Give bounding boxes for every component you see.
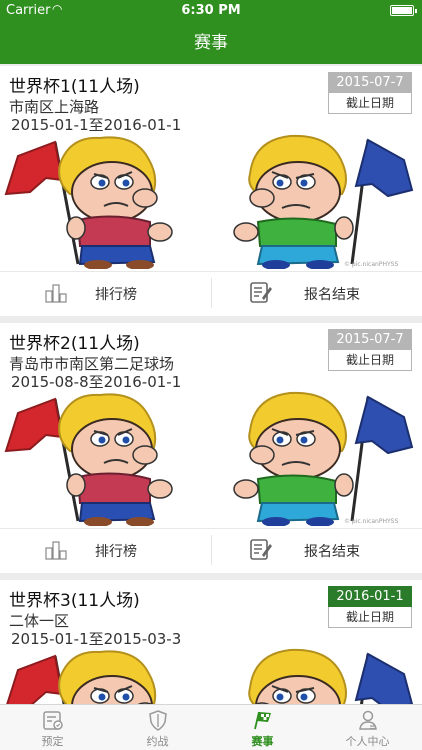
event-title: 世界杯1(11人场) (9, 77, 140, 97)
tab-label: 预定 (41, 735, 64, 748)
signup-status-button[interactable]: 报名结束 (212, 272, 422, 314)
user-icon (359, 710, 377, 730)
tab-bar: 预定 约战 赛事 个人中心 (0, 704, 422, 750)
nav-bar: 赛事 (0, 22, 422, 64)
ranking-icon (45, 284, 67, 303)
event-actions: 排行榜 报名结束 (0, 271, 422, 313)
illustration-watermark: © pic.nicanPHYSS (344, 518, 398, 525)
ranking-icon (45, 541, 67, 560)
booking-icon (43, 711, 63, 730)
ranking-button[interactable]: 排行榜 (0, 272, 211, 314)
tab-label: 个人中心 (345, 735, 390, 748)
ranking-button[interactable]: 排行榜 (0, 529, 211, 571)
deadline-label: 截止日期 (328, 607, 412, 628)
event-date-range: 2015-08-8至2016-01-1 (11, 373, 182, 391)
tab-events[interactable]: 赛事 (210, 705, 315, 750)
deadline-badge: 2016-01-1 截止日期 (328, 586, 412, 628)
status-bar: Carrier ◠ 6:30 PM (0, 0, 422, 22)
ranking-label: 排行榜 (95, 544, 137, 560)
ranking-label: 排行榜 (95, 287, 137, 303)
event-card[interactable]: 世界杯1(11人场) 市南区上海路 2015-01-1至2016-01-1 20… (0, 66, 422, 316)
event-date-range: 2015-01-1至2016-01-1 (11, 116, 182, 134)
signup-status-button[interactable]: 报名结束 (212, 529, 422, 571)
deadline-badge: 2015-07-7 截止日期 (328, 329, 412, 371)
deadline-date: 2016-01-1 (328, 586, 412, 607)
page-title: 赛事 (194, 33, 228, 53)
shield-icon (149, 710, 167, 731)
event-title: 世界杯3(11人场) (9, 591, 140, 611)
deadline-date: 2015-07-7 (328, 329, 412, 350)
event-card[interactable]: 世界杯2(11人场) 青岛市市南区第二足球场 2015-08-8至2016-01… (0, 323, 422, 573)
tab-profile[interactable]: 个人中心 (315, 705, 420, 750)
tab-label: 赛事 (251, 735, 274, 748)
deadline-date: 2015-07-7 (328, 72, 412, 93)
event-title: 世界杯2(11人场) (9, 334, 140, 354)
event-date-range: 2015-01-1至2015-03-3 (11, 630, 182, 648)
tab-booking[interactable]: 预定 (0, 705, 105, 750)
deadline-label: 截止日期 (328, 93, 412, 114)
signup-icon (250, 282, 272, 303)
signup-status-label: 报名结束 (304, 544, 360, 560)
deadline-label: 截止日期 (328, 350, 412, 371)
status-time: 6:30 PM (181, 3, 241, 18)
event-illustration (4, 648, 414, 704)
signup-status-label: 报名结束 (304, 287, 360, 303)
event-card[interactable]: 世界杯3(11人场) 二体一区 2015-01-1至2015-03-3 2016… (0, 580, 422, 704)
event-list[interactable]: 世界杯1(11人场) 市南区上海路 2015-01-1至2016-01-1 20… (0, 64, 422, 704)
tab-challenge[interactable]: 约战 (105, 705, 210, 750)
tab-label: 约战 (146, 735, 169, 748)
event-actions: 排行榜 报名结束 (0, 528, 422, 570)
illustration-watermark: © pic.nicanPHYSS (344, 261, 398, 268)
signup-icon (250, 539, 272, 560)
event-illustration: © pic.nicanPHYSS (4, 134, 414, 269)
battery-icon (390, 5, 417, 16)
deadline-badge: 2015-07-7 截止日期 (328, 72, 412, 114)
race-flag-icon (254, 711, 271, 730)
event-illustration: © pic.nicanPHYSS (4, 391, 414, 526)
